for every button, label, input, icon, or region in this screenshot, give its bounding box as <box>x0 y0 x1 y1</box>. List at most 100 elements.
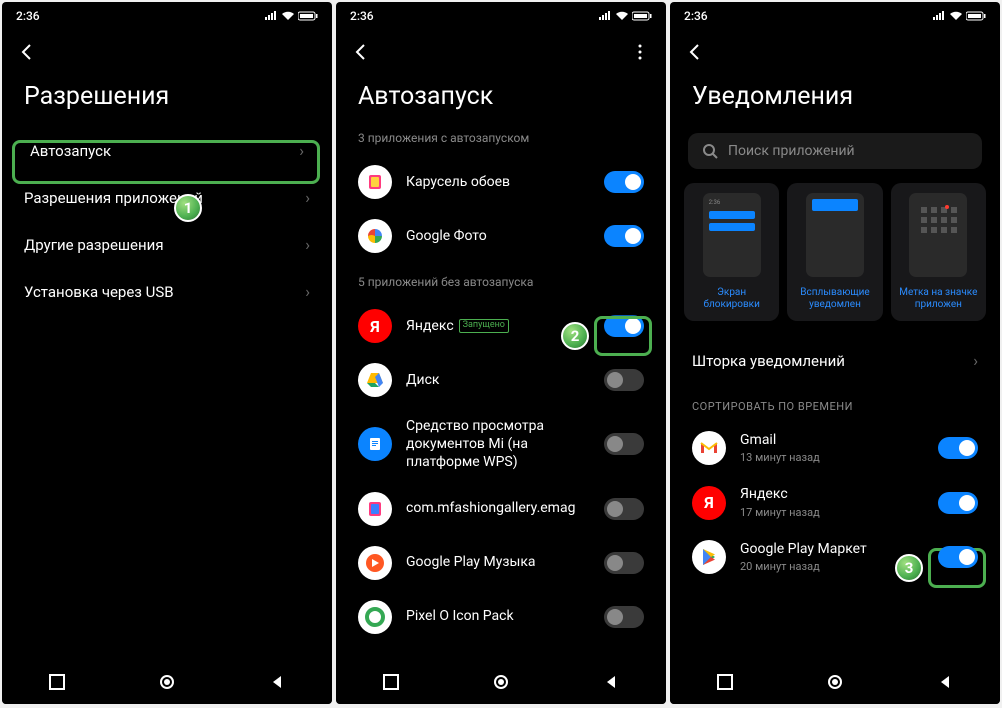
mock-lockscreen: 2:36 <box>703 193 761 277</box>
app-icon-carousel <box>358 165 392 199</box>
card-badge[interactable]: Метка на значке приложен <box>891 183 986 321</box>
app-label: Gmail 13 минут назад <box>740 431 924 465</box>
search-icon <box>702 143 718 159</box>
row-label: Другие разрешения <box>24 236 305 254</box>
toggle-switch[interactable] <box>938 437 978 459</box>
navbar <box>336 660 666 704</box>
toggle-switch[interactable] <box>604 606 644 628</box>
toggle-switch[interactable] <box>604 552 644 574</box>
app-icon-drive <box>358 363 392 397</box>
nav-back[interactable] <box>602 673 620 691</box>
row-label: Автозапуск <box>30 142 299 160</box>
nav-recents[interactable] <box>382 673 400 691</box>
app-sublabel: 13 минут назад <box>740 451 924 465</box>
row-usb-install[interactable]: Установка через USB › <box>2 268 332 315</box>
header <box>670 30 1000 74</box>
app-icon-pixel-o <box>358 600 392 634</box>
nav-back[interactable] <box>268 673 286 691</box>
app-row: Pixel O Icon Pack <box>336 590 666 636</box>
page-title: Разрешения <box>2 74 332 127</box>
card-label: Всплывающие уведомлен <box>791 287 878 311</box>
annotation-badge-2: 2 <box>561 322 589 350</box>
app-sublabel: 17 минут назад <box>740 506 924 520</box>
row-label: Разрешения приложений <box>24 189 305 207</box>
statusbar: 2:36 <box>670 2 1000 30</box>
app-icon-play-music <box>358 546 392 580</box>
toggle-switch[interactable] <box>604 369 644 391</box>
app-icon-google-photos <box>358 219 392 253</box>
app-label: Pixel O Icon Pack <box>406 607 590 625</box>
row-other-permissions[interactable]: Другие разрешения › <box>2 221 332 268</box>
app-row: Google Play Музыка <box>336 536 666 590</box>
more-menu-icon[interactable] <box>628 40 652 64</box>
app-label: com.mfashiongallery.emag <box>406 499 590 517</box>
card-lockscreen[interactable]: 2:36 Экран блокировки <box>684 183 779 321</box>
app-row-yandex: Я ЯндексЗапущено <box>336 299 666 353</box>
sort-label: СОРТИРОВАТЬ ПО ВРЕМЕНИ <box>670 384 1000 421</box>
app-row[interactable]: Gmail 13 минут назад <box>670 421 1000 475</box>
app-label: Яндекс 17 минут назад <box>740 485 924 519</box>
status-time: 2:36 <box>684 9 708 23</box>
notification-style-cards: 2:36 Экран блокировки Всплывающие уведом… <box>670 183 1000 337</box>
status-time: 2:36 <box>16 9 40 23</box>
app-label: Google Play Музыка <box>406 553 590 571</box>
toggle-switch[interactable] <box>604 225 644 247</box>
header <box>2 30 332 74</box>
page-title: Автозапуск <box>336 74 666 127</box>
statusbar: 2:36 <box>336 2 666 30</box>
app-row: Google Фото <box>336 209 666 263</box>
back-button[interactable] <box>350 40 374 64</box>
nav-back[interactable] <box>936 673 954 691</box>
navbar <box>2 660 332 704</box>
status-icons <box>264 11 318 21</box>
toggle-switch-yandex[interactable] <box>938 492 978 514</box>
app-row[interactable]: Google Play Маркет 20 минут назад <box>670 530 1000 584</box>
app-icon-mfashion <box>358 492 392 526</box>
search-placeholder: Поиск приложений <box>728 143 855 159</box>
status-icons <box>598 11 652 21</box>
search-input[interactable]: Поиск приложений <box>688 133 982 169</box>
nav-home[interactable] <box>158 673 176 691</box>
back-button[interactable] <box>684 40 708 64</box>
app-icon-gmail <box>692 431 726 465</box>
chevron-right-icon: › <box>305 188 310 207</box>
card-label: Экран блокировки <box>688 287 775 311</box>
toggle-switch[interactable] <box>604 171 644 193</box>
chevron-right-icon: › <box>305 282 310 301</box>
app-row: Карусель обоев <box>336 155 666 209</box>
row-autostart[interactable]: Автозапуск › <box>8 127 326 174</box>
app-icon-play-store <box>692 540 726 574</box>
toggle-switch[interactable] <box>938 546 978 568</box>
nav-home[interactable] <box>826 673 844 691</box>
toggle-switch-yandex[interactable] <box>604 315 644 337</box>
mock-badge <box>909 193 967 277</box>
row-notification-shade[interactable]: Шторка уведомлений › <box>670 337 1000 384</box>
header <box>336 30 666 74</box>
running-tag: Запущено <box>459 319 509 333</box>
annotation-badge-3: 3 <box>895 554 923 582</box>
section-subtitle-off: 5 приложений без автозапуска <box>336 263 666 299</box>
card-floating[interactable]: Всплывающие уведомлен <box>787 183 882 321</box>
toggle-switch[interactable] <box>604 498 644 520</box>
phone-screen-permissions: 2:36 Разрешения Автозапуск › 1 Разрешени… <box>2 2 332 704</box>
section-subtitle-on: 3 приложения с автозапуском <box>336 127 666 155</box>
chevron-right-icon: › <box>299 141 304 160</box>
nav-home[interactable] <box>492 673 510 691</box>
mock-floating <box>806 193 864 277</box>
card-label: Метка на значке приложен <box>895 287 982 311</box>
toggle-switch[interactable] <box>604 433 644 455</box>
back-button[interactable] <box>16 40 40 64</box>
statusbar: 2:36 <box>2 2 332 30</box>
app-row-yandex[interactable]: Я Яндекс 17 минут назад <box>670 475 1000 529</box>
app-row: com.mfashiongallery.emag <box>336 482 666 536</box>
app-row: Средство просмотра документов Mi (на пла… <box>336 407 666 482</box>
row-app-permissions[interactable]: Разрешения приложений › <box>2 174 332 221</box>
app-icon-yandex: Я <box>692 486 726 520</box>
app-label: Средство просмотра документов Mi (на пла… <box>406 417 590 472</box>
app-icon-mi-docs <box>358 427 392 461</box>
nav-recents[interactable] <box>48 673 66 691</box>
app-label: Карусель обоев <box>406 173 590 191</box>
nav-recents[interactable] <box>716 673 734 691</box>
navbar <box>670 660 1000 704</box>
annotation-badge-1: 1 <box>174 194 202 222</box>
